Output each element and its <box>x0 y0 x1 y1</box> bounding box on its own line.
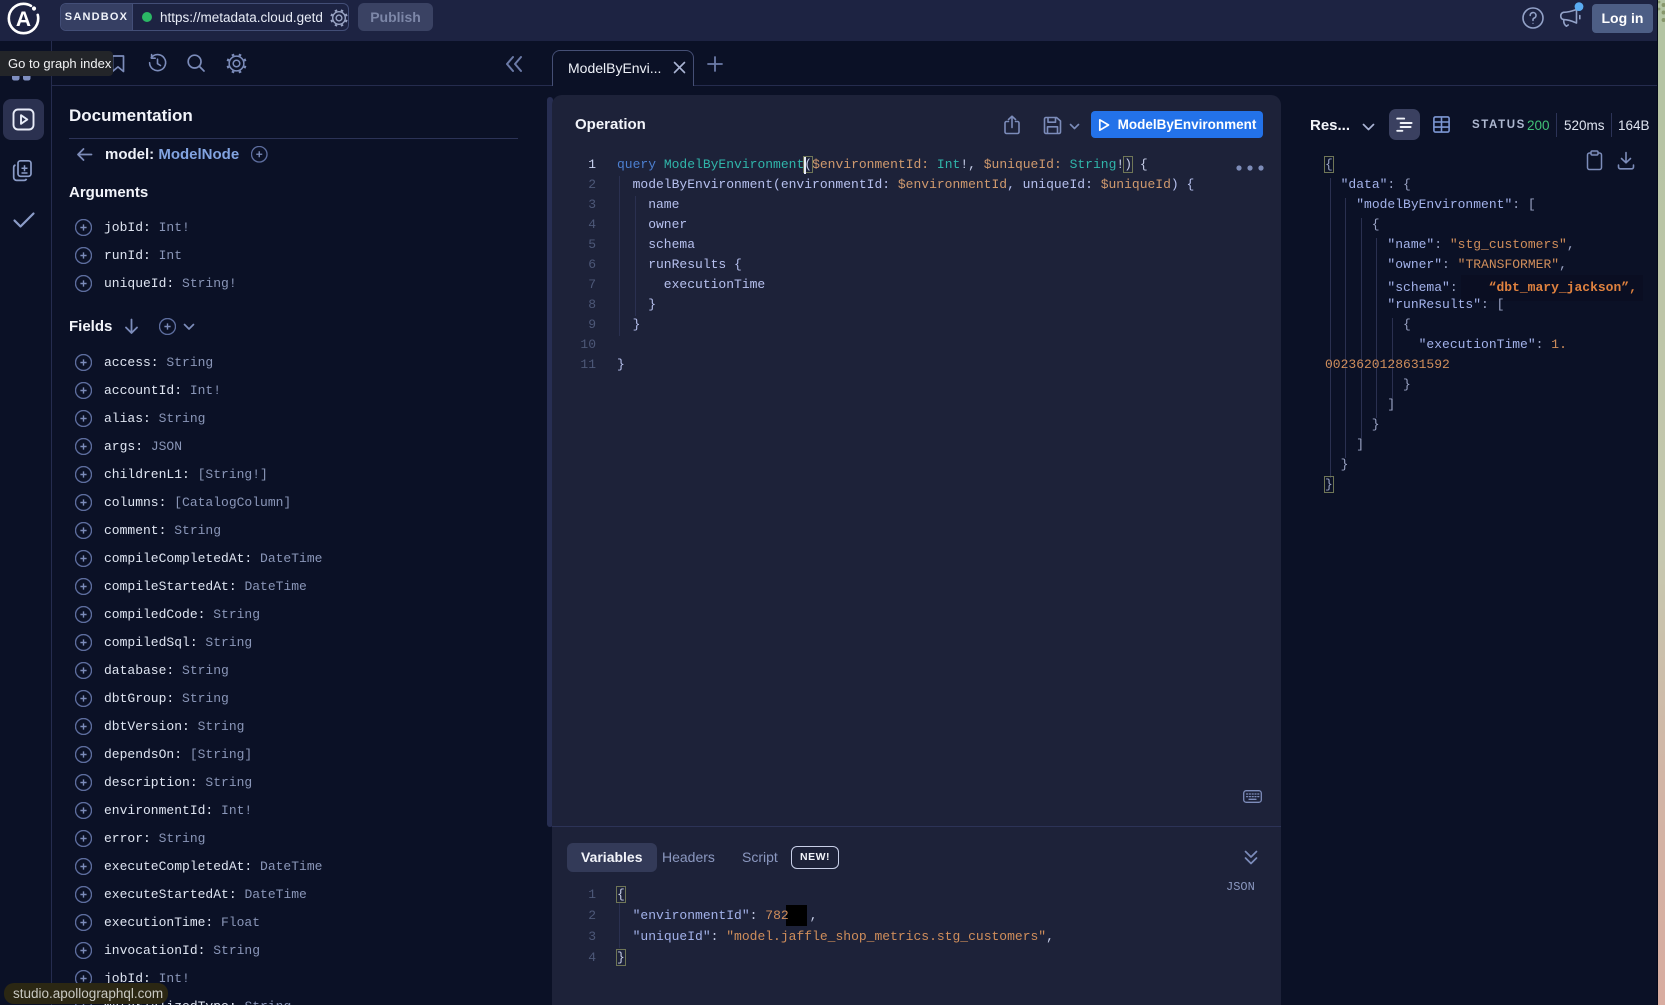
svg-text:A: A <box>16 8 31 31</box>
